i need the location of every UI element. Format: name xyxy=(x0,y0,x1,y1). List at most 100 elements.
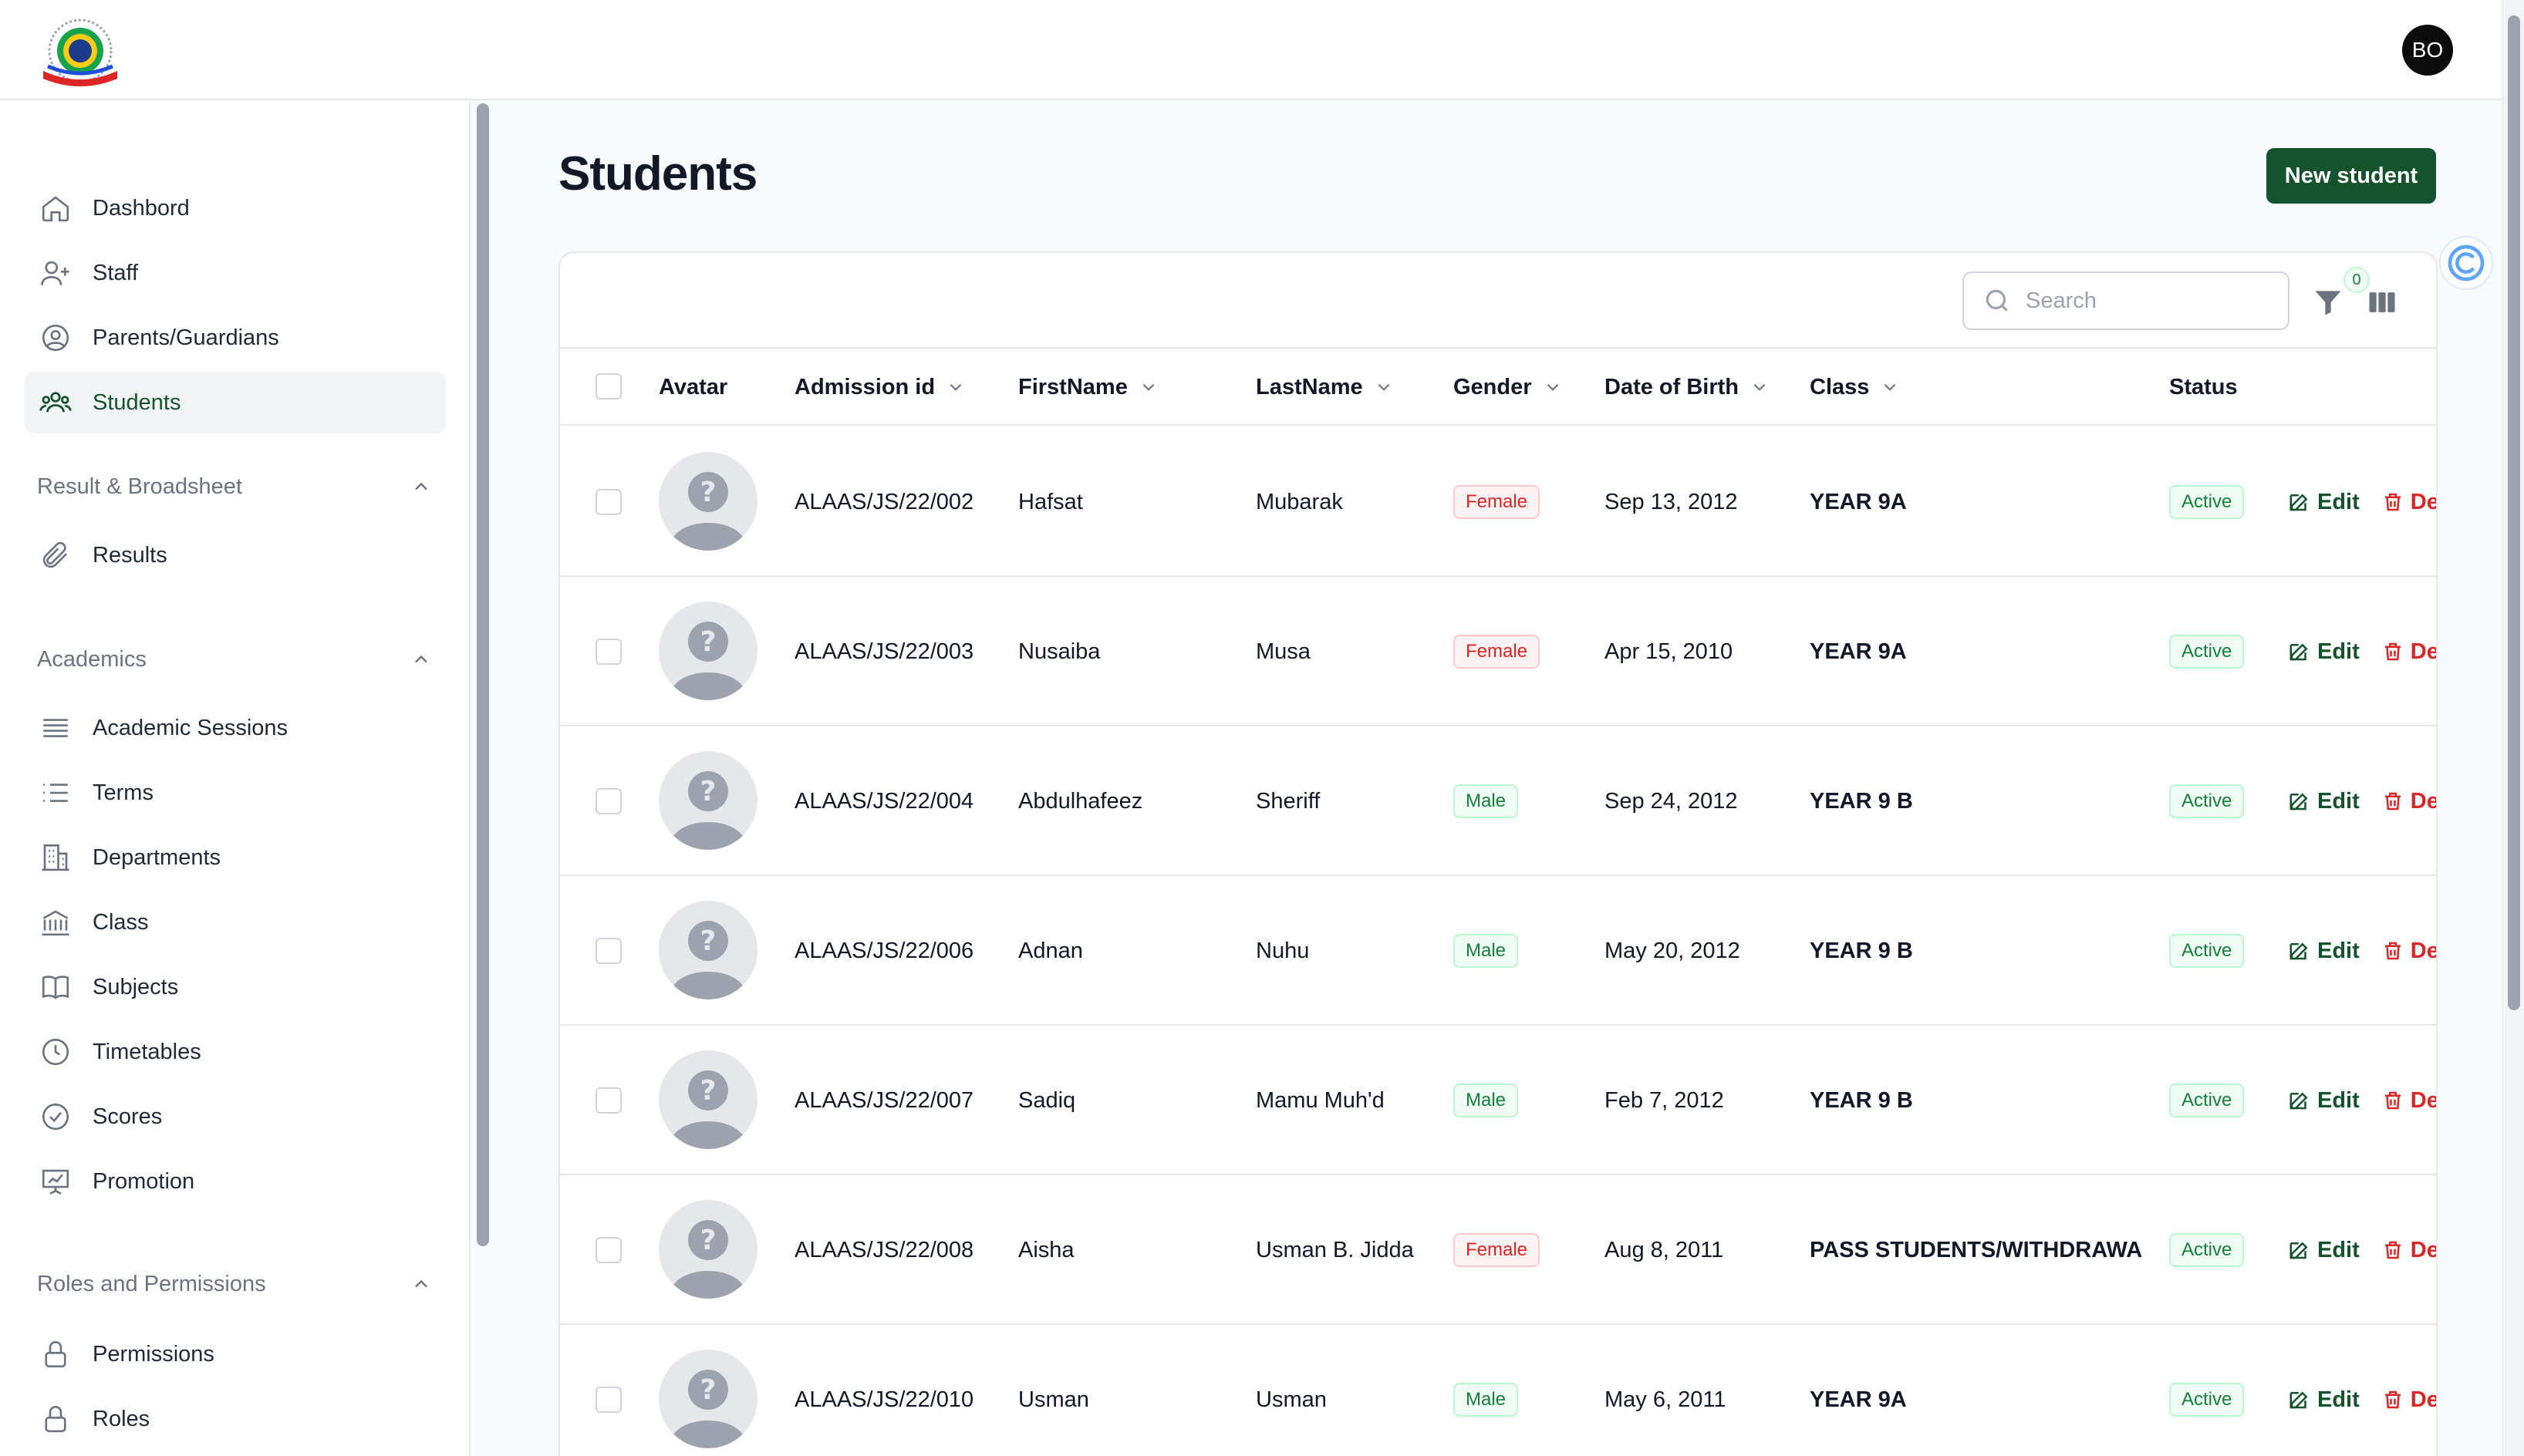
trash-icon xyxy=(2384,642,2401,661)
delete-label: De xyxy=(2410,788,2438,814)
row-checkbox[interactable] xyxy=(596,489,622,515)
table-row[interactable]: ? ALAAS/JS/22/007 Sadiq Mamu Muh'd Male Feb 7… xyxy=(560,1026,2436,1175)
sidebar-item-staff[interactable]: Staff xyxy=(25,242,446,304)
table-row[interactable]: ? ALAAS/JS/22/010 Usman Usman Male May 6, 201… xyxy=(560,1325,2436,1456)
sidebar-item-departments[interactable]: Departments xyxy=(25,827,446,888)
edit-button[interactable]: Edit xyxy=(2288,1387,2360,1413)
search-input[interactable] xyxy=(2026,288,2273,314)
column-header-date-of-birth[interactable]: Date of Birth xyxy=(1604,349,1770,426)
cell-class: YEAR 9 B xyxy=(1810,938,1913,963)
page-scrollbar[interactable] xyxy=(2502,0,2524,1456)
edit-button[interactable]: Edit xyxy=(2288,789,2360,814)
columns-icon[interactable] xyxy=(2365,285,2399,319)
gender-badge: Male xyxy=(1453,784,1519,818)
column-header-class[interactable]: Class xyxy=(1810,349,1900,426)
edit-button[interactable]: Edit xyxy=(2288,490,2360,515)
edit-icon xyxy=(2289,643,2308,661)
status-badge: Active xyxy=(2169,1383,2245,1417)
delete-button[interactable]: De xyxy=(2381,788,2438,814)
svg-text:?: ? xyxy=(700,925,717,957)
sidebar-scrollbar[interactable] xyxy=(475,102,492,1456)
search-box[interactable] xyxy=(1962,271,2289,330)
edit-button[interactable]: Edit xyxy=(2288,1238,2360,1263)
cell-actions: Edit De xyxy=(2288,876,2436,1026)
sidebar-item-students[interactable]: Students xyxy=(25,372,446,433)
group-header-roles-permissions[interactable]: Roles and Permissions xyxy=(37,1265,432,1303)
column-header-admission-id[interactable]: Admission id xyxy=(795,349,966,426)
table-row[interactable]: ? ALAAS/JS/22/002 Hafsat Mubarak Female Sep 1… xyxy=(560,427,2436,577)
sidebar-item-promotion[interactable]: Promotion xyxy=(25,1151,446,1212)
edit-button[interactable]: Edit xyxy=(2288,639,2360,665)
delete-button[interactable]: De xyxy=(2381,1088,2436,1114)
column-header-firstname[interactable]: FirstName xyxy=(1018,349,1159,426)
student-avatar-placeholder: ? xyxy=(659,901,758,999)
cell-lastname: Usman B. Jidda xyxy=(1256,1237,1414,1262)
sidebar-item-label: Parents/Guardians xyxy=(93,325,279,350)
group-header-academics[interactable]: Academics xyxy=(37,640,432,679)
delete-button[interactable]: De xyxy=(2381,1387,2436,1413)
svg-text:?: ? xyxy=(700,477,717,508)
chevron-down-icon xyxy=(1142,383,1155,391)
student-avatar-placeholder: ? xyxy=(659,1200,758,1299)
cell-lastname: Mubarak xyxy=(1256,489,1343,514)
edit-button[interactable]: Edit xyxy=(2288,1088,2360,1114)
student-avatar-placeholder: ? xyxy=(659,602,758,700)
row-checkbox[interactable] xyxy=(596,788,622,814)
filter-icon[interactable] xyxy=(2311,285,2345,319)
row-checkbox[interactable] xyxy=(596,1237,622,1263)
cell-class: YEAR 9 B xyxy=(1810,788,1913,814)
table-row[interactable]: ? ALAAS/JS/22/004 Abdulhafeez Sheriff Male Se… xyxy=(560,726,2436,876)
sidebar-item-roles[interactable]: Roles xyxy=(25,1388,446,1450)
status-badge: Active xyxy=(2169,1084,2245,1117)
sidebar-item-permissions[interactable]: Permissions xyxy=(25,1323,446,1385)
sidebar-item-scores[interactable]: Scores xyxy=(25,1086,446,1148)
sidebar-item-subjects[interactable]: Subjects xyxy=(25,956,446,1018)
cell-gender: Female xyxy=(1453,577,1540,726)
table-row[interactable]: ? ALAAS/JS/22/006 Adnan Nuhu Male May 20, 201… xyxy=(560,876,2436,1026)
cell-firstname: Sadiq xyxy=(1018,1087,1076,1113)
table-row[interactable]: ? ALAAS/JS/22/003 Nusaiba Musa Female Apr 15,… xyxy=(560,577,2436,726)
row-checkbox[interactable] xyxy=(596,938,622,964)
edit-label: Edit xyxy=(2317,938,2360,963)
cell-admission-id: ALAAS/JS/22/006 xyxy=(795,938,974,963)
row-checkbox[interactable] xyxy=(596,1387,622,1413)
row-checkbox[interactable] xyxy=(596,1087,622,1114)
sidebar-item-terms[interactable]: Terms xyxy=(25,762,446,824)
table-row[interactable]: ? ALAAS/JS/22/008 Aisha Usman B. Jidda Femal… xyxy=(560,1175,2436,1325)
sidebar-item-results[interactable]: Results xyxy=(25,524,446,586)
cell-date-of-birth: Sep 13, 2012 xyxy=(1604,489,1738,514)
delete-button[interactable]: De xyxy=(2381,490,2436,515)
svg-text:?: ? xyxy=(700,776,717,807)
sidebar-item-label: Class xyxy=(93,909,149,935)
edit-icon xyxy=(2289,942,2308,960)
assistant-extension-icon[interactable] xyxy=(2439,236,2493,290)
sidebar-item-parents[interactable]: Parents/Guardians xyxy=(25,307,446,369)
page-scrollbar-thumb[interactable] xyxy=(2508,15,2520,1010)
table-toolbar: 0 xyxy=(560,253,2436,349)
group-header-result-broadsheet[interactable]: Result & Broadsheet xyxy=(37,467,432,506)
column-header-lastname[interactable]: LastName xyxy=(1256,349,1394,426)
chevron-up-icon xyxy=(415,482,427,490)
edit-button[interactable]: Edit xyxy=(2288,939,2360,964)
delete-button[interactable]: De xyxy=(2381,939,2436,964)
cell-class: YEAR 9 B xyxy=(1810,1087,1913,1113)
sidebar-item-timetables[interactable]: Timetables xyxy=(25,1021,446,1083)
sidebar-item-class[interactable]: Class xyxy=(25,891,446,953)
delete-button[interactable]: De xyxy=(2381,639,2436,665)
select-all-checkbox[interactable] xyxy=(596,373,622,399)
school-logo[interactable] xyxy=(37,14,123,86)
row-checkbox[interactable] xyxy=(596,639,622,665)
cell-date-of-birth: Sep 24, 2012 xyxy=(1604,788,1738,814)
sidebar-scrollbar-thumb[interactable] xyxy=(477,103,489,1246)
cell-lastname: Sheriff xyxy=(1256,788,1321,814)
new-student-button[interactable]: New student xyxy=(2266,148,2436,204)
column-header-label: FirstName xyxy=(1018,374,1128,399)
chevron-up-icon xyxy=(415,655,427,663)
user-avatar[interactable]: BO xyxy=(2402,25,2453,76)
cell-class: YEAR 9A xyxy=(1810,639,1907,664)
sidebar-item-dashboard[interactable]: Dashbord xyxy=(25,177,446,239)
column-header-gender[interactable]: Gender xyxy=(1453,349,1563,426)
sidebar-item-academic-sessions[interactable]: Academic Sessions xyxy=(25,697,446,759)
delete-button[interactable]: De xyxy=(2381,1238,2436,1263)
edit-label: Edit xyxy=(2317,1087,2360,1113)
